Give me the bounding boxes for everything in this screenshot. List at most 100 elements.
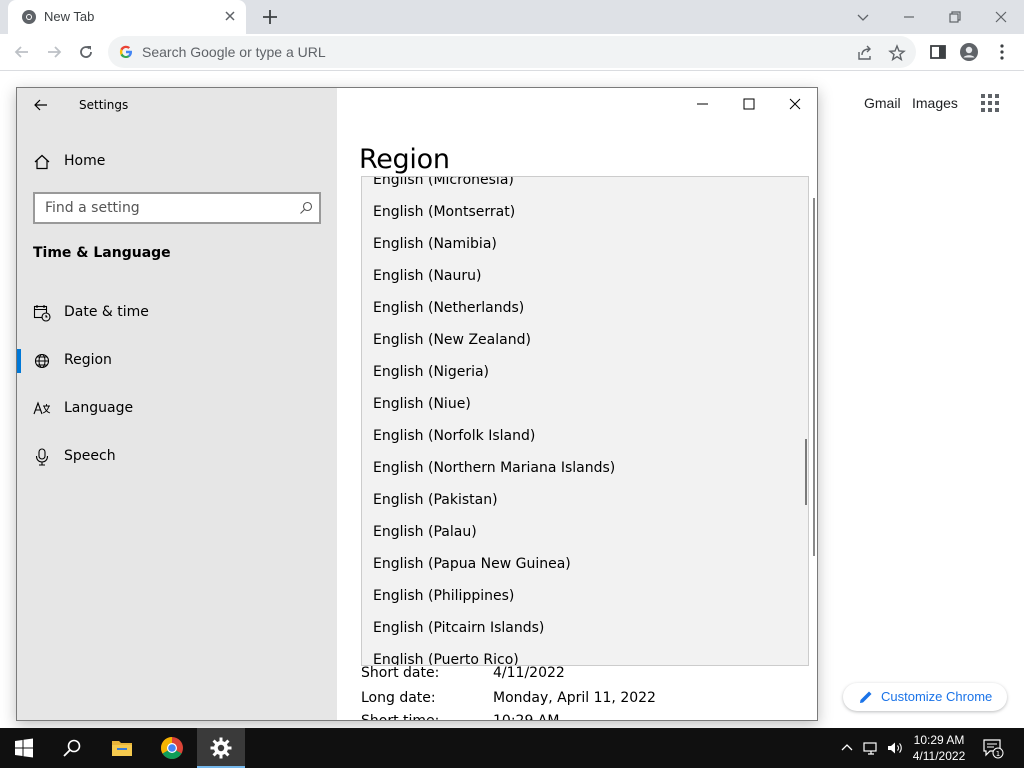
region-option[interactable]: English (Micronesia): [362, 177, 802, 196]
sidebar-item-region[interactable]: Region: [17, 343, 337, 379]
sidebar-item-speech[interactable]: Speech: [17, 439, 337, 475]
pencil-icon: [860, 691, 872, 703]
clock-date: 4/11/2022: [912, 749, 966, 763]
sidebar-item-label: Home: [64, 153, 106, 169]
region-option[interactable]: English (Pakistan): [362, 484, 802, 516]
omnibox[interactable]: Search Google or type a URL: [108, 36, 916, 68]
sidebar-item-language[interactable]: Language: [17, 391, 337, 427]
settings-content: Region Short date: 4/11/2022 Long date: …: [337, 88, 817, 720]
content-scrollbar-thumb[interactable]: [813, 198, 815, 556]
chrome-icon: [22, 10, 36, 24]
microphone-icon: [35, 448, 49, 466]
search-icon: [63, 739, 81, 757]
folder-icon: [112, 741, 132, 756]
selected-indicator: [17, 349, 21, 373]
close-icon[interactable]: [779, 94, 811, 114]
region-option[interactable]: English (Nauru): [362, 260, 802, 292]
chrome-menu-icon[interactable]: [992, 42, 1012, 62]
network-icon[interactable]: [862, 739, 880, 757]
settings-sidebar: Settings Home Time & Language Date & tim…: [17, 88, 337, 720]
google-apps-icon[interactable]: [980, 93, 1000, 113]
dropdown-scrollbar-thumb[interactable]: [805, 439, 807, 505]
region-option[interactable]: English (Namibia): [362, 228, 802, 260]
tab-search-chevron-icon[interactable]: [852, 6, 874, 28]
minimize-icon[interactable]: [898, 6, 920, 28]
page-title: Region: [359, 144, 450, 175]
settings-window: Settings Home Time & Language Date & tim…: [16, 87, 818, 721]
back-arrow-icon[interactable]: [12, 42, 32, 62]
language-icon: [33, 401, 51, 415]
globe-icon: [34, 353, 50, 369]
sidebar-item-home[interactable]: Home: [33, 150, 323, 174]
region-option[interactable]: English (Norfolk Island): [362, 420, 802, 452]
region-option[interactable]: English (New Zealand): [362, 324, 802, 356]
region-option[interactable]: English (Montserrat): [362, 196, 802, 228]
home-icon: [34, 154, 50, 170]
section-title: Time & Language: [33, 245, 171, 261]
region-option[interactable]: English (Nigeria): [362, 356, 802, 388]
bookmark-star-icon[interactable]: [888, 44, 906, 62]
chevron-up-icon[interactable]: [838, 739, 856, 757]
side-panel-icon[interactable]: [928, 42, 948, 62]
close-window-icon[interactable]: [990, 6, 1012, 28]
sidebar-item-label: Region: [64, 352, 112, 368]
new-tab-icon[interactable]: [260, 7, 280, 27]
profile-avatar-icon[interactable]: [959, 42, 979, 62]
find-setting-input[interactable]: [35, 194, 285, 222]
taskbar-clock[interactable]: 10:29 AM 4/11/2022: [904, 732, 974, 764]
tab-close-icon[interactable]: [222, 8, 238, 24]
notification-center-icon[interactable]: 1: [982, 737, 1004, 759]
sidebar-item-date-time[interactable]: Date & time: [17, 295, 337, 331]
browser-toolbar: Search Google or type a URL: [0, 34, 1024, 71]
region-option[interactable]: English (Papua New Guinea): [362, 548, 802, 580]
region-option[interactable]: English (Niue): [362, 388, 802, 420]
chrome-icon: [161, 737, 183, 759]
short-time-row: Short time: 10:29 AM: [361, 713, 559, 720]
region-option[interactable]: English (Palau): [362, 516, 802, 548]
start-button[interactable]: [0, 728, 48, 768]
sidebar-item-label: Speech: [64, 448, 116, 464]
customize-chrome-button[interactable]: Customize Chrome: [843, 683, 1007, 711]
find-setting-search[interactable]: [33, 192, 321, 224]
sidebar-item-label: Date & time: [64, 304, 149, 320]
images-link[interactable]: Images: [912, 95, 958, 111]
short-date-label: Short date:: [361, 665, 440, 681]
short-time-value: 10:29 AM: [493, 713, 560, 721]
notification-count: 1: [996, 750, 1000, 758]
settings-app-title: Settings: [79, 98, 129, 112]
tab-new-tab[interactable]: New Tab: [8, 0, 246, 34]
windows-taskbar: 10:29 AM 4/11/2022 1: [0, 728, 1024, 768]
google-g-icon: [119, 45, 132, 58]
forward-arrow-icon[interactable]: [44, 42, 64, 62]
long-date-label: Long date:: [361, 690, 436, 706]
search-icon: [300, 201, 313, 214]
long-date-value: Monday, April 11, 2022: [493, 690, 656, 706]
share-icon[interactable]: [856, 44, 874, 62]
minimize-icon[interactable]: [687, 94, 719, 114]
region-option[interactable]: English (Pitcairn Islands): [362, 612, 802, 644]
short-date-row: Short date: 4/11/2022: [361, 665, 565, 681]
maximize-icon[interactable]: [733, 94, 765, 114]
tab-title: New Tab: [44, 9, 95, 24]
restore-icon[interactable]: [944, 6, 966, 28]
region-option[interactable]: English (Northern Mariana Islands): [362, 452, 802, 484]
gmail-link[interactable]: Gmail: [864, 95, 901, 111]
back-arrow-icon[interactable]: [33, 97, 49, 113]
browser-tabstrip: New Tab: [0, 0, 1024, 34]
clock-time: 10:29 AM: [913, 733, 965, 747]
omnibox-placeholder: Search Google or type a URL: [142, 44, 326, 60]
volume-icon[interactable]: [886, 739, 904, 757]
region-option[interactable]: English (Netherlands): [362, 292, 802, 324]
taskbar-file-explorer[interactable]: [98, 728, 146, 768]
short-date-value: 4/11/2022: [493, 665, 565, 681]
taskbar-search-button[interactable]: [48, 728, 96, 768]
region-dropdown-list[interactable]: English (Micronesia) English (Montserrat…: [361, 176, 809, 666]
region-option[interactable]: English (Puerto Rico): [362, 644, 802, 665]
windows-logo-icon: [15, 738, 33, 758]
reload-icon[interactable]: [76, 42, 96, 62]
customize-chrome-label: Customize Chrome: [881, 689, 993, 704]
region-option[interactable]: English (Philippines): [362, 580, 802, 612]
long-date-row: Long date: Monday, April 11, 2022: [361, 690, 656, 706]
taskbar-chrome[interactable]: [148, 728, 196, 768]
taskbar-settings[interactable]: [197, 728, 245, 768]
